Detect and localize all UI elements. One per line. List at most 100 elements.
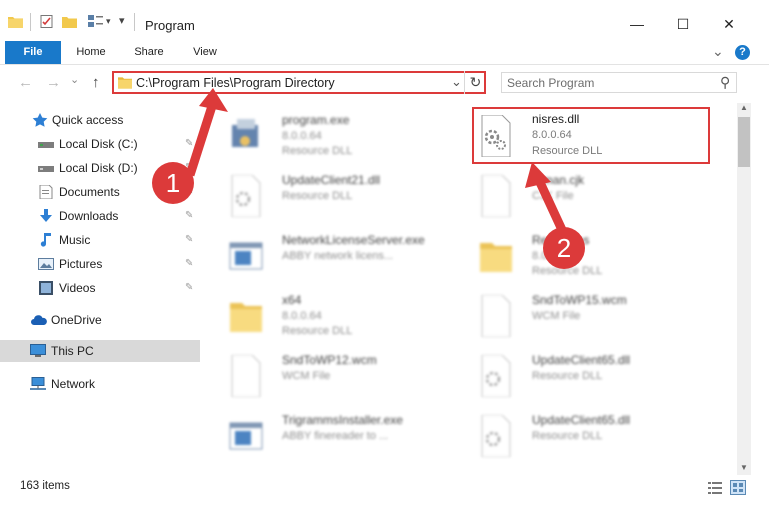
sidebar-item-network[interactable]: Network <box>0 373 200 395</box>
file-description: ABBY network licens... <box>282 250 394 262</box>
dll-gear-icon <box>481 415 511 457</box>
file-tile[interactable]: program.exe 8.0.0.64 Resource DLL <box>224 107 464 165</box>
separator <box>134 13 135 31</box>
customize-toolbar-icon[interactable]: ▾ <box>119 14 125 27</box>
window-app-icon <box>229 422 263 450</box>
music-icon <box>40 233 51 247</box>
tab-view[interactable]: View <box>182 41 228 64</box>
generic-file-icon <box>481 175 511 217</box>
sidebar-item-local-disk-c[interactable]: Local Disk (C:) ✎ <box>0 133 200 155</box>
navigation-bar: ← → ⌄ ↑ C:\Program Files\Program Directo… <box>0 66 769 100</box>
address-dropdown-icon[interactable]: ⌄ <box>451 74 462 90</box>
pictures-icon <box>38 258 54 270</box>
forward-arrow-icon[interactable]: → <box>46 74 61 91</box>
sidebar-item-label: Local Disk (C:) <box>59 137 138 151</box>
details-view-icon[interactable] <box>708 482 722 494</box>
window-title: Program <box>145 18 195 33</box>
file-type: WCM File <box>532 310 581 322</box>
scroll-up-icon[interactable]: ▲ <box>740 103 748 112</box>
pin-icon: ✎ <box>185 210 194 221</box>
maximize-button[interactable]: ☐ <box>660 10 706 38</box>
tab-home[interactable]: Home <box>68 41 114 64</box>
generic-file-icon <box>231 355 261 397</box>
back-arrow-icon[interactable]: ← <box>18 74 33 91</box>
file-name: x64 <box>282 293 302 307</box>
videos-icon <box>39 281 53 295</box>
navigation-pane: Quick access Local Disk (C:) ✎ Local Dis… <box>0 103 200 473</box>
help-icon[interactable]: ? <box>735 45 750 60</box>
vertical-scrollbar[interactable]: ▲ ▼ <box>737 103 751 475</box>
refresh-button[interactable]: ↻ <box>464 71 486 94</box>
file-name: SndToWP12.wcm <box>282 353 377 367</box>
file-tile[interactable]: NetworkLicenseServer.exe ABBY network li… <box>224 227 464 285</box>
minimize-button[interactable]: — <box>614 10 660 38</box>
drive-icon <box>38 142 54 148</box>
file-name: UpdateClient65.dll <box>532 413 631 427</box>
sidebar-item-music[interactable]: Music ✎ <box>0 229 200 251</box>
file-name: TrigrammsInstaller.exe <box>282 413 403 427</box>
file-name: SndToWP15.wcm <box>532 293 627 307</box>
sidebar-item-label: Quick access <box>52 113 124 127</box>
file-type: Resource DLL <box>532 430 603 442</box>
tiles-view-icon[interactable] <box>730 480 746 495</box>
sidebar-item-label: Music <box>59 233 91 247</box>
sidebar-item-quick-access[interactable]: Quick access <box>0 109 200 131</box>
tab-share[interactable]: Share <box>126 41 172 64</box>
file-version: 8.0.0.64 <box>282 130 322 142</box>
new-folder-icon[interactable] <box>62 15 77 28</box>
close-button[interactable]: ✕ <box>706 10 752 38</box>
expand-ribbon-icon[interactable]: ⌄ <box>712 43 724 60</box>
sidebar-item-pictures[interactable]: Pictures ✎ <box>0 253 200 275</box>
file-name: UpdateClient65.dll <box>532 353 631 367</box>
address-bar[interactable]: C:\Program Files\Program Directory ⌄ <box>112 71 486 94</box>
file-tile[interactable]: UpdateClient65.dll Resource DLL <box>474 407 714 465</box>
view-options-icon[interactable] <box>88 15 103 28</box>
file-name: NetworkLicenseServer.exe <box>282 233 425 247</box>
file-type: Resource DLL <box>282 145 353 157</box>
search-icon[interactable]: ⚲ <box>720 74 730 91</box>
properties-icon[interactable] <box>40 15 55 28</box>
file-tile[interactable]: x64 8.0.0.64 Resource DLL <box>224 287 464 345</box>
file-type: Resource DLL <box>532 370 603 382</box>
up-arrow-icon[interactable]: ↑ <box>92 74 100 91</box>
scrollbar-thumb[interactable] <box>738 117 750 167</box>
file-tile[interactable]: Resources 8.0.0.64 Resource DLL <box>474 227 714 285</box>
highlight-box <box>472 107 710 164</box>
tab-file[interactable]: File <box>5 41 61 64</box>
file-tile[interactable]: TrigrammsInstaller.exe ABBY finereader t… <box>224 407 464 465</box>
folder-icon <box>480 243 512 272</box>
file-tile[interactable]: SndToWP12.wcm WCM File <box>224 347 464 405</box>
window-app-icon <box>229 242 263 270</box>
sidebar-item-label: Network <box>51 377 96 391</box>
chevron-down-icon[interactable]: ▾ <box>106 16 111 27</box>
drive-icon <box>38 166 54 172</box>
computer-icon <box>30 344 46 357</box>
file-tile[interactable]: ruman.cjk CJK File <box>474 167 714 225</box>
file-tile[interactable]: SndToWP15.wcm WCM File <box>474 287 714 345</box>
dll-gear-icon <box>231 175 261 217</box>
sidebar-item-label: OneDrive <box>51 313 102 327</box>
sidebar-item-this-pc[interactable]: This PC <box>0 340 200 362</box>
file-type: CJK File <box>532 190 574 202</box>
folder-icon <box>118 77 132 89</box>
sidebar-item-downloads[interactable]: Downloads ✎ <box>0 205 200 227</box>
pin-icon: ✎ <box>185 282 194 293</box>
sidebar-item-videos[interactable]: Videos ✎ <box>0 277 200 299</box>
file-type: WCM File <box>282 370 331 382</box>
file-tile[interactable]: UpdateClient65.dll Resource DLL <box>474 347 714 405</box>
pin-icon: ✎ <box>185 234 194 245</box>
file-tile[interactable]: UpdateClient21.dll Resource DLL <box>224 167 464 225</box>
sidebar-item-label: Downloads <box>59 209 119 223</box>
cloud-icon <box>31 315 47 325</box>
recent-locations-icon[interactable]: ⌄ <box>70 73 79 86</box>
scroll-down-icon[interactable]: ▼ <box>740 463 748 472</box>
file-name: UpdateClient21.dll <box>282 173 381 187</box>
star-icon <box>32 113 48 127</box>
search-box[interactable]: ⚲ <box>501 72 737 93</box>
sidebar-item-onedrive[interactable]: OneDrive <box>0 309 200 331</box>
file-type: Resource DLL <box>282 190 353 202</box>
search-input[interactable] <box>507 75 707 91</box>
address-path[interactable]: C:\Program Files\Program Directory <box>136 76 335 90</box>
sidebar-item-label: Documents <box>59 185 120 199</box>
pin-icon: ✎ <box>185 258 194 269</box>
